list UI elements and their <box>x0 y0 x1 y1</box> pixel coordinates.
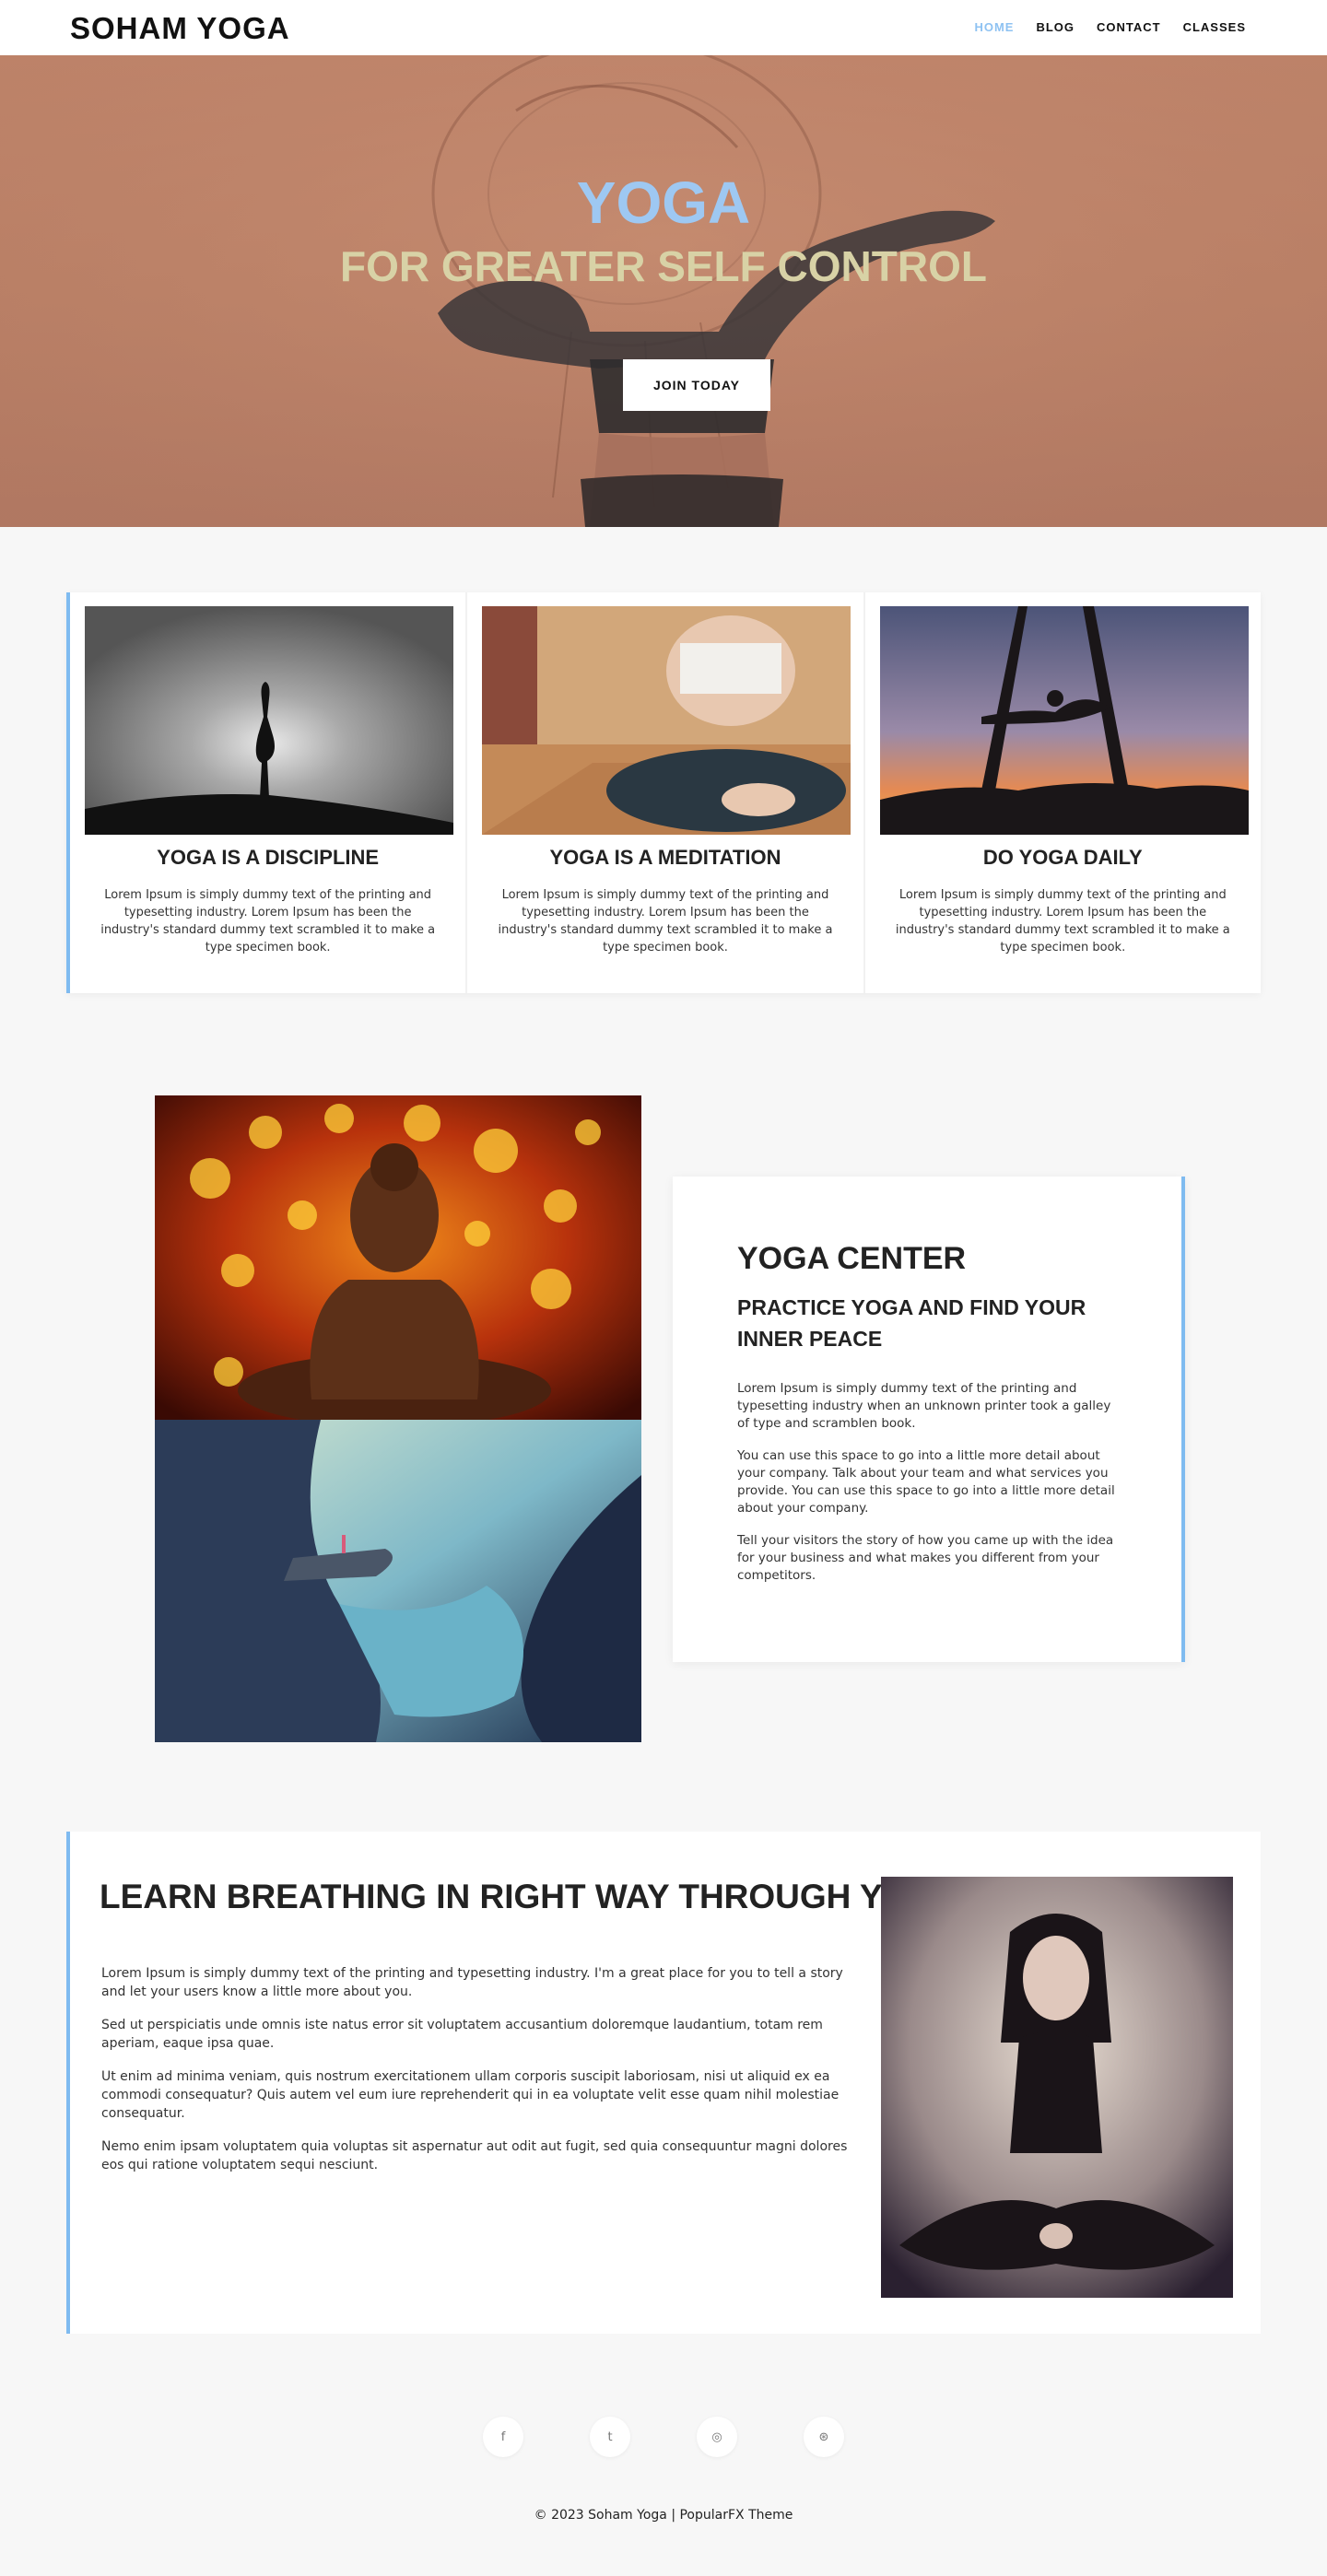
copyright-text: © 2023 Soham Yoga | PopularFX Theme <box>534 2508 793 2523</box>
about-card: YOGA CENTER PRACTICE YOGA AND FIND YOUR … <box>673 1177 1185 1662</box>
nav-home-link[interactable]: HOME <box>974 20 1014 34</box>
site-logo[interactable]: SOHAM YOGA <box>70 11 290 46</box>
meditating-woman-portrait-image <box>881 1877 1233 2298</box>
hero-banner: YOGA FOR GREATER SELF CONTROL JOIN TODAY <box>0 55 1327 527</box>
breathing-title: LEARN BREATHING IN RIGHT WAY THROUGH YOG… <box>100 1878 960 1915</box>
feature-text: Lorem Ipsum is simply dummy text of the … <box>895 888 1230 954</box>
about-subtitle: PRACTICE YOGA AND FIND YOUR INNER PEACE <box>737 1295 1086 1351</box>
feature-card-daily: DO YOGA DAILY Lorem Ipsum is simply dumm… <box>865 592 1261 993</box>
about-paragraph: Tell your visitors the story of how you … <box>737 1533 1114 1583</box>
hero-title: YOGA <box>576 170 751 236</box>
feature-text: Lorem Ipsum is simply dummy text of the … <box>100 888 436 954</box>
twitter-icon[interactable]: t <box>590 2417 630 2457</box>
buddha-statue-image <box>155 1095 641 1420</box>
nav-classes-link[interactable]: CLASSES <box>1183 20 1246 34</box>
facebook-icon[interactable]: f <box>483 2417 523 2457</box>
about-paragraph: Lorem Ipsum is simply dummy text of the … <box>737 1381 1111 1431</box>
join-today-button[interactable]: JOIN TODAY <box>623 359 770 411</box>
feature-title: YOGA IS A DISCIPLINE <box>157 846 380 869</box>
breathing-section: LEARN BREATHING IN RIGHT WAY THROUGH YOG… <box>66 1832 1261 2334</box>
site-header: SOHAM YOGA HOME BLOG CONTACT CLASSES <box>0 0 1327 55</box>
cliff-fjord-image <box>155 1420 641 1742</box>
feature-text: Lorem Ipsum is simply dummy text of the … <box>498 888 833 954</box>
instagram-icon[interactable]: ◎ <box>697 2417 737 2457</box>
breathing-paragraph: Ut enim ad minima veniam, quis nostrum e… <box>101 2069 840 2121</box>
main-nav: HOME BLOG CONTACT CLASSES <box>974 20 1246 34</box>
hero-subtitle: FOR GREATER SELF CONTROL <box>340 242 987 290</box>
aerial-yoga-sunset-image <box>879 606 1249 835</box>
breathing-body: Lorem Ipsum is simply dummy text of the … <box>101 1964 857 2189</box>
dribbble-icon[interactable]: ⊛ <box>804 2417 844 2457</box>
breathing-paragraph: Lorem Ipsum is simply dummy text of the … <box>101 1966 843 1999</box>
about-paragraph: You can use this space to go into a litt… <box>737 1448 1115 1516</box>
nav-contact-link[interactable]: CONTACT <box>1097 20 1161 34</box>
feature-title: YOGA IS A MEDITATION <box>549 846 781 869</box>
features-section: YOGA IS A DISCIPLINE Lorem Ipsum is simp… <box>66 592 1261 993</box>
silhouette-tree-pose-image <box>85 606 453 835</box>
breathing-paragraph: Sed ut perspiciatis unde omnis iste natu… <box>101 2018 823 2051</box>
feature-card-meditation: YOGA IS A MEDITATION Lorem Ipsum is simp… <box>467 592 865 993</box>
hero-background-image <box>0 55 1327 527</box>
feature-card-discipline: YOGA IS A DISCIPLINE Lorem Ipsum is simp… <box>70 592 468 993</box>
meditating-woman-image <box>482 606 851 835</box>
feature-title: DO YOGA DAILY <box>982 846 1143 869</box>
nav-blog-link[interactable]: BLOG <box>1036 20 1075 34</box>
breathing-paragraph: Nemo enim ipsam voluptatem quia voluptas… <box>101 2139 848 2172</box>
about-title: YOGA CENTER <box>737 1241 967 1276</box>
